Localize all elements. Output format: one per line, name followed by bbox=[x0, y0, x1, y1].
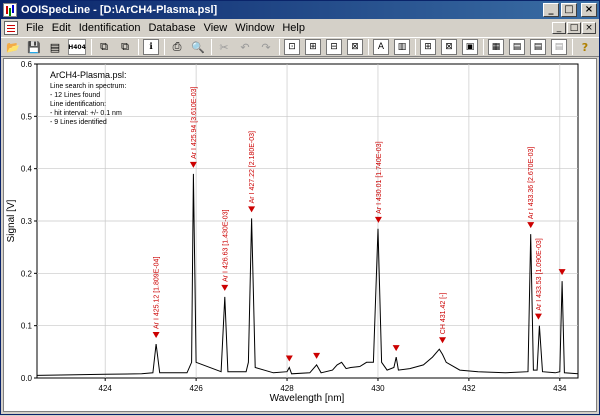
y-tick-label: 0.2 bbox=[21, 269, 33, 278]
y-tick-label: 0.5 bbox=[21, 112, 33, 121]
zoom-full-icon[interactable]: ⊠ bbox=[347, 39, 363, 55]
help-icon[interactable]: ? bbox=[577, 39, 593, 55]
doc-restore-button[interactable]: □ bbox=[567, 22, 581, 34]
maximize-button[interactable]: □ bbox=[561, 3, 577, 17]
document-icon[interactable] bbox=[4, 21, 18, 35]
undo-icon[interactable]: ↶ bbox=[237, 39, 253, 55]
toolbar-separator bbox=[91, 39, 92, 55]
menu-bar: File Edit Identification Database View W… bbox=[1, 19, 599, 37]
info-title: ArCH4-Plasma.psl: bbox=[50, 70, 127, 80]
info-line: Line identification: bbox=[50, 101, 106, 108]
toolbar-separator bbox=[415, 39, 416, 55]
peak-label: Ar I 425.94 [3.610E-03] bbox=[191, 86, 198, 158]
app-icon[interactable] bbox=[3, 3, 17, 17]
x-axis-ticks: 424 426 428 430 432 434 bbox=[99, 378, 567, 393]
copy-spectrum-icon[interactable]: ⧉ bbox=[96, 39, 112, 55]
toolbar-separator bbox=[211, 39, 212, 55]
app-window: OOISpecLine - [D:\ArCH4-Plasma.psl] _ □ … bbox=[0, 0, 600, 415]
peak-label: Ar I 430.01 [1.740E-03] bbox=[376, 141, 383, 213]
peak-bars-icon[interactable]: ▥ bbox=[394, 39, 410, 55]
zoom-x-icon[interactable]: ⊞ bbox=[305, 39, 321, 55]
peak-label: Ar I 425.12 [1.809E-04] bbox=[154, 257, 161, 329]
minimize-button[interactable]: _ bbox=[543, 3, 559, 17]
menu-edit[interactable]: Edit bbox=[48, 22, 75, 34]
toolbar-separator bbox=[572, 39, 573, 55]
label-icon[interactable]: A bbox=[373, 39, 389, 55]
y-tick-label: 0.1 bbox=[21, 322, 33, 331]
cut-icon[interactable]: ✂ bbox=[216, 39, 232, 55]
area-icon[interactable]: ▣ bbox=[462, 39, 478, 55]
menu-view[interactable]: View bbox=[200, 22, 232, 34]
x-tick-label: 434 bbox=[553, 384, 567, 393]
y-tick-label: 0.4 bbox=[21, 165, 33, 174]
info-line: - 9 Lines identified bbox=[50, 119, 107, 126]
x-tick-label: 430 bbox=[371, 384, 385, 393]
print-preview-icon[interactable]: 🔍 bbox=[190, 39, 206, 55]
y-axis-label: Signal [V] bbox=[6, 199, 17, 242]
line-chart-icon[interactable]: ▤ bbox=[509, 39, 525, 55]
peak-label: CH 431.42 [-] bbox=[440, 293, 447, 335]
spectrum-view[interactable]: 0.0 0.1 0.2 0.3 0.4 0.5 0.6 424 426 428 430 432 434… bbox=[3, 58, 597, 412]
info-line: - hit interval: +/- 0.1 nm bbox=[50, 110, 122, 117]
cross-icon[interactable]: ⊠ bbox=[441, 39, 457, 55]
line-chart-2-icon[interactable]: ▤ bbox=[530, 39, 546, 55]
y-tick-label: 0.0 bbox=[21, 374, 33, 383]
menu-help[interactable]: Help bbox=[278, 22, 309, 34]
x-tick-label: 432 bbox=[462, 384, 476, 393]
y-tick-label: 0.3 bbox=[21, 217, 33, 226]
x-tick-label: 428 bbox=[280, 384, 294, 393]
close-button[interactable]: × bbox=[581, 3, 597, 17]
export-icon[interactable]: ▤ bbox=[47, 39, 63, 55]
doc-close-button[interactable]: × bbox=[582, 22, 596, 34]
open-icon[interactable]: 📂 bbox=[5, 39, 21, 55]
menu-file[interactable]: File bbox=[22, 22, 48, 34]
menu-identification[interactable]: Identification bbox=[75, 22, 145, 34]
peak-label: Ar I 426.63 [1.430E-03] bbox=[222, 209, 229, 281]
x-axis-label: Wavelength [nm] bbox=[270, 393, 345, 404]
toolbar-separator bbox=[483, 39, 484, 55]
peak-label: Ar I 433.53 [1.090E-03] bbox=[536, 238, 543, 310]
toolbar-separator bbox=[279, 39, 280, 55]
peak-label: Ar I 427.22 [2.180E-03] bbox=[249, 131, 256, 203]
x-tick-label: 426 bbox=[189, 384, 203, 393]
menu-window[interactable]: Window bbox=[231, 22, 278, 34]
x-tick-label: 424 bbox=[99, 384, 113, 393]
paste-spectrum-icon[interactable]: ⧉ bbox=[117, 39, 133, 55]
redo-icon[interactable]: ↷ bbox=[258, 39, 274, 55]
save-icon[interactable]: 💾 bbox=[26, 39, 42, 55]
doc-minimize-button[interactable]: _ bbox=[552, 22, 566, 34]
menu-database[interactable]: Database bbox=[144, 22, 199, 34]
line-chart-3-icon[interactable]: ▤ bbox=[551, 39, 567, 55]
window-title: OOISpecLine - [D:\ArCH4-Plasma.psl] bbox=[21, 4, 218, 16]
zoom-region-icon[interactable]: ⊡ bbox=[284, 39, 300, 55]
print-icon[interactable]: ⎙ bbox=[169, 39, 185, 55]
info-line: Line search in spectrum: bbox=[50, 83, 126, 90]
grid-icon[interactable]: ⊞ bbox=[420, 39, 436, 55]
spectrum-chart[interactable]: 0.0 0.1 0.2 0.3 0.4 0.5 0.6 424 426 428 430 432 434… bbox=[4, 59, 596, 411]
toolbar: 📂 💾 ▤ H404 ⧉ ⧉ ℹ ⎙ 🔍 ✂ ↶ ↷ ⊡ ⊞ ⊟ ⊠ A ▥ ⊞… bbox=[1, 37, 599, 57]
title-bar[interactable]: OOISpecLine - [D:\ArCH4-Plasma.psl] _ □ … bbox=[1, 1, 599, 19]
zoom-y-icon[interactable]: ⊟ bbox=[326, 39, 342, 55]
toolbar-separator bbox=[368, 39, 369, 55]
spectrum-view-icon[interactable]: ▦ bbox=[488, 39, 504, 55]
y-axis-ticks: 0.0 0.1 0.2 0.3 0.4 0.5 0.6 bbox=[21, 60, 37, 383]
toolbar-separator bbox=[164, 39, 165, 55]
info-line: - 12 Lines found bbox=[50, 92, 100, 99]
y-tick-label: 0.6 bbox=[21, 60, 33, 69]
h404-icon[interactable]: H404 bbox=[68, 39, 86, 55]
info-icon[interactable]: ℹ bbox=[143, 39, 159, 55]
toolbar-separator bbox=[138, 39, 139, 55]
peak-label: Ar I 433.36 [2.670E-03] bbox=[528, 147, 535, 219]
